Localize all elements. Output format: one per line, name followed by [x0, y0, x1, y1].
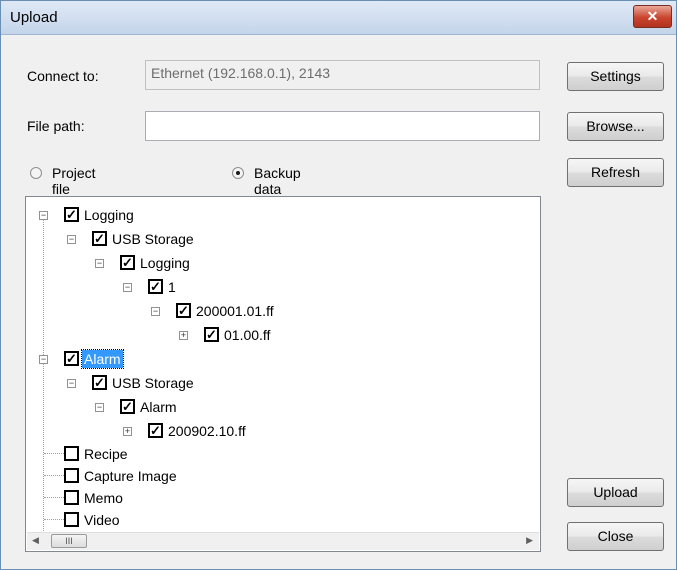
tree-node-label: Recipe — [84, 446, 128, 462]
scroll-left-icon[interactable]: ◀ — [32, 535, 39, 546]
checkbox-icon[interactable] — [64, 490, 79, 505]
checkmark-icon[interactable]: ✓ — [176, 303, 191, 318]
scroll-right-icon[interactable]: ▶ — [526, 535, 533, 546]
checkmark-icon[interactable]: ✓ — [120, 399, 135, 414]
connect-to-field: Ethernet (192.168.0.1), 2143 — [145, 60, 540, 90]
backup-data-label: Backup data — [254, 165, 301, 197]
tree-node-label: Video — [84, 512, 120, 528]
project-file-label: Project file — [52, 165, 96, 197]
checkmark-icon[interactable]: ✓ — [120, 255, 135, 270]
tree-collapse-icon[interactable]: − — [151, 307, 160, 316]
checkmark-icon[interactable]: ✓ — [204, 327, 219, 342]
backup-tree[interactable]: − ✓ Logging − ✓ USB Storage − ✓ Logging … — [25, 196, 541, 552]
checkmark-icon[interactable]: ✓ — [148, 423, 163, 438]
tree-node-label: 01.00.ff — [224, 327, 271, 343]
tree-node-label: USB Storage — [112, 375, 194, 391]
tree-collapse-icon[interactable]: − — [39, 211, 48, 220]
upload-button[interactable]: Upload — [567, 478, 664, 507]
tree-connector — [44, 453, 64, 454]
radio-selected-icon — [232, 167, 244, 179]
connect-to-label: Connect to: — [27, 68, 99, 84]
tree-collapse-icon[interactable]: − — [95, 403, 104, 412]
tree-node-label: Logging — [84, 207, 134, 223]
tree-connector — [43, 217, 44, 535]
browse-button[interactable]: Browse... — [567, 112, 664, 141]
dialog-title: Upload — [10, 9, 58, 26]
tree-connector — [44, 519, 64, 520]
tree-node-label-selected: Alarm — [81, 349, 124, 369]
tree-node-label: Capture Image — [84, 468, 177, 484]
tree-collapse-icon[interactable]: − — [39, 355, 48, 364]
checkbox-icon[interactable] — [64, 468, 79, 483]
checkmark-icon[interactable]: ✓ — [92, 375, 107, 390]
checkmark-icon[interactable]: ✓ — [92, 231, 107, 246]
radio-icon — [30, 167, 42, 179]
tree-node-label: 200902.10.ff — [168, 423, 246, 439]
horizontal-scrollbar[interactable]: ◀ III ▶ — [27, 532, 539, 550]
tree-node-label: 1 — [168, 279, 176, 295]
tree-node-label: 200001.01.ff — [196, 303, 274, 319]
tree-node-label: Alarm — [140, 399, 177, 415]
close-button[interactable]: Close — [567, 522, 664, 551]
checkmark-icon[interactable]: ✓ — [64, 207, 79, 222]
file-path-input[interactable] — [145, 111, 540, 141]
file-path-label: File path: — [27, 118, 85, 134]
tree-node-label: USB Storage — [112, 231, 194, 247]
tree-node-label: Memo — [84, 490, 123, 506]
tree-node-label: Logging — [140, 255, 190, 271]
checkbox-icon[interactable] — [64, 512, 79, 527]
tree-expand-icon[interactable]: + — [179, 331, 188, 340]
settings-button[interactable]: Settings — [567, 62, 664, 91]
tree-collapse-icon[interactable]: − — [67, 379, 76, 388]
tree-connector — [44, 475, 64, 476]
tree-collapse-icon[interactable]: − — [95, 259, 104, 268]
tree-collapse-icon[interactable]: − — [123, 283, 132, 292]
upload-dialog: Upload ✕ Connect to: Ethernet (192.168.0… — [0, 0, 677, 570]
tree-expand-icon[interactable]: + — [123, 427, 132, 436]
scroll-thumb[interactable]: III — [51, 534, 87, 548]
refresh-button[interactable]: Refresh — [567, 158, 664, 187]
checkmark-icon[interactable]: ✓ — [64, 351, 79, 366]
tree-connector — [44, 497, 64, 498]
checkmark-icon[interactable]: ✓ — [148, 279, 163, 294]
close-icon[interactable]: ✕ — [633, 5, 672, 28]
title-bar: Upload ✕ — [1, 1, 676, 35]
tree-collapse-icon[interactable]: − — [67, 235, 76, 244]
checkbox-icon[interactable] — [64, 446, 79, 461]
